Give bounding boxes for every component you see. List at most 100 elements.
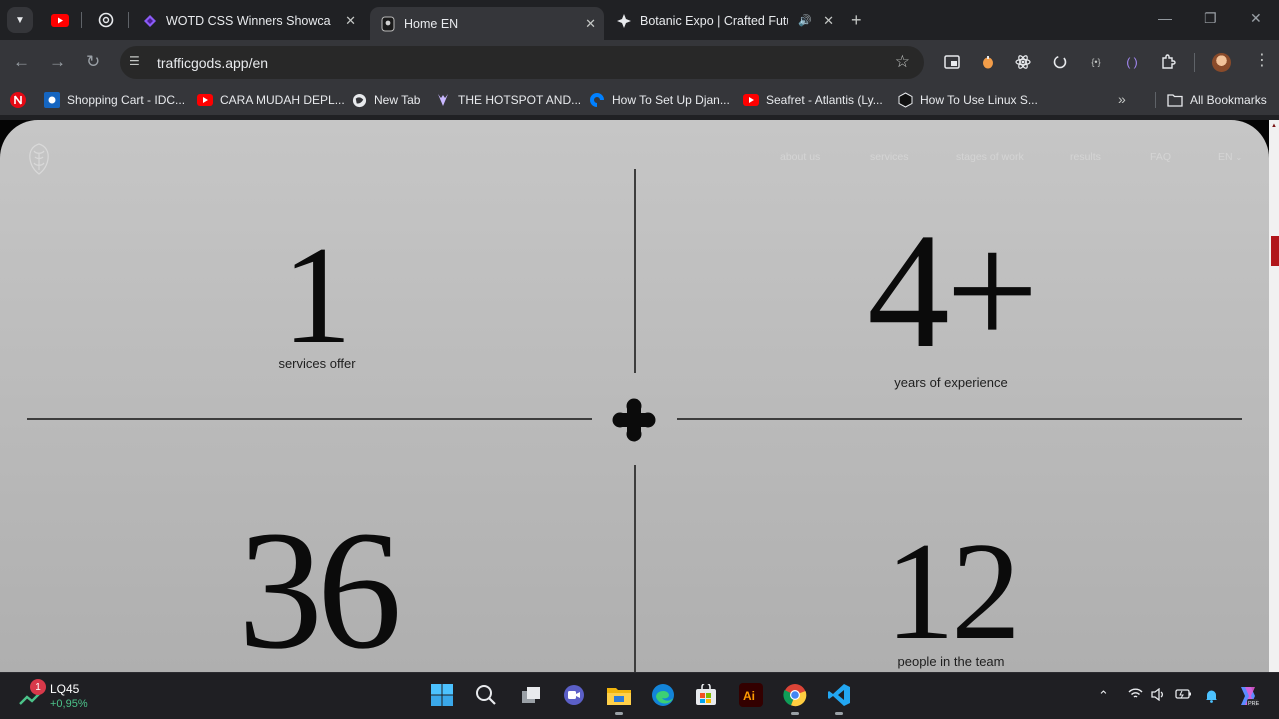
nav-link-about-us[interactable]: about us [780, 151, 820, 163]
battery-icon[interactable] [1175, 688, 1192, 703]
bookmark-netflix[interactable] [10, 91, 33, 109]
bookmark-label: How To Use Linux S... [920, 93, 1038, 107]
bookmark-hotspot[interactable]: THE HOTSPOT AND... [435, 91, 581, 109]
folder-icon [1167, 92, 1183, 108]
stat-projects-value: 36 [238, 496, 402, 672]
tab-home-en[interactable]: Home EN ✕ [370, 7, 604, 40]
browser-toolbar: ← → ↻ ☰ trafficgods.app/en ☆ {•} ( ) ⋮ [0, 40, 1279, 85]
tray-overflow-icon[interactable]: ⌃ [1098, 688, 1109, 704]
chatgpt-icon [98, 12, 114, 28]
stat-team-label: people in the team [897, 654, 1005, 669]
windows-start-icon[interactable] [429, 682, 455, 708]
bookmark-label: THE HOTSPOT AND... [458, 93, 582, 107]
youtube-icon [197, 92, 213, 108]
task-view-icon[interactable] [518, 682, 544, 708]
url-text[interactable]: trafficgods.app/en [157, 55, 268, 71]
react-devtools-icon[interactable] [1015, 54, 1031, 70]
tab-pinned-chatgpt[interactable] [96, 10, 116, 30]
divider-horizontal-right [677, 418, 1242, 420]
sync-extension-icon[interactable] [1052, 54, 1068, 70]
scrollbar-thumb[interactable] [1271, 236, 1279, 266]
page-scrollbar[interactable] [1269, 120, 1279, 672]
wifi-icon[interactable] [1128, 688, 1143, 703]
stock-name[interactable]: LQ45 [50, 682, 79, 696]
tab-pinned-youtube[interactable] [50, 10, 70, 30]
search-icon[interactable] [473, 682, 499, 708]
vscode-icon[interactable] [826, 682, 852, 708]
stats-section: about us services stages of work results… [0, 120, 1269, 672]
address-bar[interactable]: ☰ trafficgods.app/en ☆ [120, 46, 924, 79]
bookmark-new-tab[interactable]: New Tab [351, 91, 420, 109]
windows-taskbar [0, 672, 1279, 719]
bookmark-cara-mudah[interactable]: CARA MUDAH DEPL... [197, 91, 345, 109]
bookmark-linux[interactable]: How To Use Linux S... [897, 91, 1038, 109]
microsoft-store-icon[interactable] [693, 682, 719, 708]
file-explorer-icon[interactable] [606, 682, 632, 708]
minimize-icon[interactable]: — [1158, 10, 1172, 26]
bookmark-seafret[interactable]: Seafret - Atlantis (Ly... [743, 91, 883, 109]
tab-title: Home EN [404, 16, 459, 31]
reload-icon[interactable]: ↻ [86, 52, 100, 72]
bookmark-label: How To Set Up Djan... [612, 93, 730, 107]
chevron-down-icon: ⌄ [1235, 153, 1243, 162]
stat-years-value: 4+ [867, 199, 1039, 382]
nav-link-services[interactable]: services [870, 151, 909, 163]
window-close-icon[interactable]: ✕ [1250, 10, 1262, 27]
illustrator-icon[interactable]: Ai [738, 682, 764, 708]
extension-orange-icon[interactable] [980, 54, 996, 70]
tab-wotd[interactable]: WOTD CSS Winners Showcase - ✕ [132, 7, 364, 34]
scroll-up-icon[interactable]: ▲ [1271, 123, 1277, 129]
divider-vertical-top [634, 169, 636, 373]
page-viewport: about us services stages of work results… [0, 120, 1269, 672]
nav-link-results[interactable]: results [1070, 151, 1101, 163]
close-icon[interactable]: ✕ [585, 16, 596, 32]
bookmark-star-icon[interactable]: ☆ [895, 52, 910, 72]
nav-link-faq[interactable]: FAQ [1150, 151, 1171, 163]
divider-horizontal-left [27, 418, 592, 420]
site-info-icon[interactable]: ☰ [129, 54, 145, 70]
all-bookmarks-label: All Bookmarks [1190, 93, 1267, 107]
youtube-icon [743, 92, 759, 108]
chrome-browser-icon[interactable] [782, 682, 808, 708]
notification-bell-icon[interactable] [1204, 688, 1219, 706]
tab-search-button[interactable]: ▼ [7, 7, 33, 33]
nav-link-stages-of-work[interactable]: stages of work [956, 151, 1024, 163]
restore-icon[interactable]: ❐ [1204, 10, 1217, 27]
language-label: EN [1218, 151, 1233, 163]
language-selector[interactable]: EN ⌄ [1218, 151, 1242, 163]
chevron-down-icon: ▼ [15, 14, 25, 26]
json-extension-icon[interactable]: {•} [1088, 54, 1104, 70]
tab-title: Botanic Expo | Crafted Futur [640, 13, 788, 28]
bookmarks-overflow-icon[interactable]: » [1118, 91, 1126, 107]
back-icon[interactable]: ← [13, 52, 30, 72]
all-bookmarks[interactable]: All Bookmarks [1167, 91, 1267, 109]
forward-icon[interactable]: → [49, 52, 66, 72]
volume-icon[interactable] [1151, 687, 1166, 704]
new-tab-button[interactable]: + [851, 10, 862, 30]
tab-strip: ▼ WOTD CSS Winners Showcase - ✕ Home EN … [0, 0, 1279, 40]
speaker-icon[interactable]: 🔊 [798, 14, 812, 27]
bookmark-label: CARA MUDAH DEPL... [220, 93, 345, 107]
hexagon-icon [897, 92, 913, 108]
more-menu-icon[interactable]: ⋮ [1254, 51, 1270, 71]
bookmark-shopping-cart[interactable]: Shopping Cart - IDC... [44, 91, 185, 109]
bookmark-label: New Tab [374, 93, 421, 107]
copilot-icon[interactable]: PRE [1236, 684, 1260, 711]
bookmark-django-setup[interactable]: How To Set Up Djan... [589, 91, 730, 109]
tab-botanic-expo[interactable]: Botanic Expo | Crafted Futur 🔊 ✕ [606, 7, 842, 34]
stat-team-value: 12 [885, 514, 1021, 669]
youtube-icon [51, 13, 69, 27]
quatrefoil-cross-icon [612, 398, 656, 442]
close-icon[interactable]: ✕ [345, 13, 356, 29]
trafficgods-logo-icon[interactable] [26, 142, 52, 176]
profile-avatar[interactable] [1212, 53, 1231, 72]
close-icon[interactable]: ✕ [823, 13, 834, 29]
edge-browser-icon[interactable] [650, 682, 676, 708]
bookmark-label: Shopping Cart - IDC... [67, 93, 186, 107]
picture-in-picture-icon[interactable] [944, 54, 960, 70]
trafficgods-icon [380, 16, 396, 32]
extensions-puzzle-icon[interactable] [1160, 54, 1176, 70]
tab-title: WOTD CSS Winners Showcase - [166, 13, 331, 28]
bracket-extension-icon[interactable]: ( ) [1124, 54, 1140, 70]
teams-meet-icon[interactable] [561, 682, 587, 708]
